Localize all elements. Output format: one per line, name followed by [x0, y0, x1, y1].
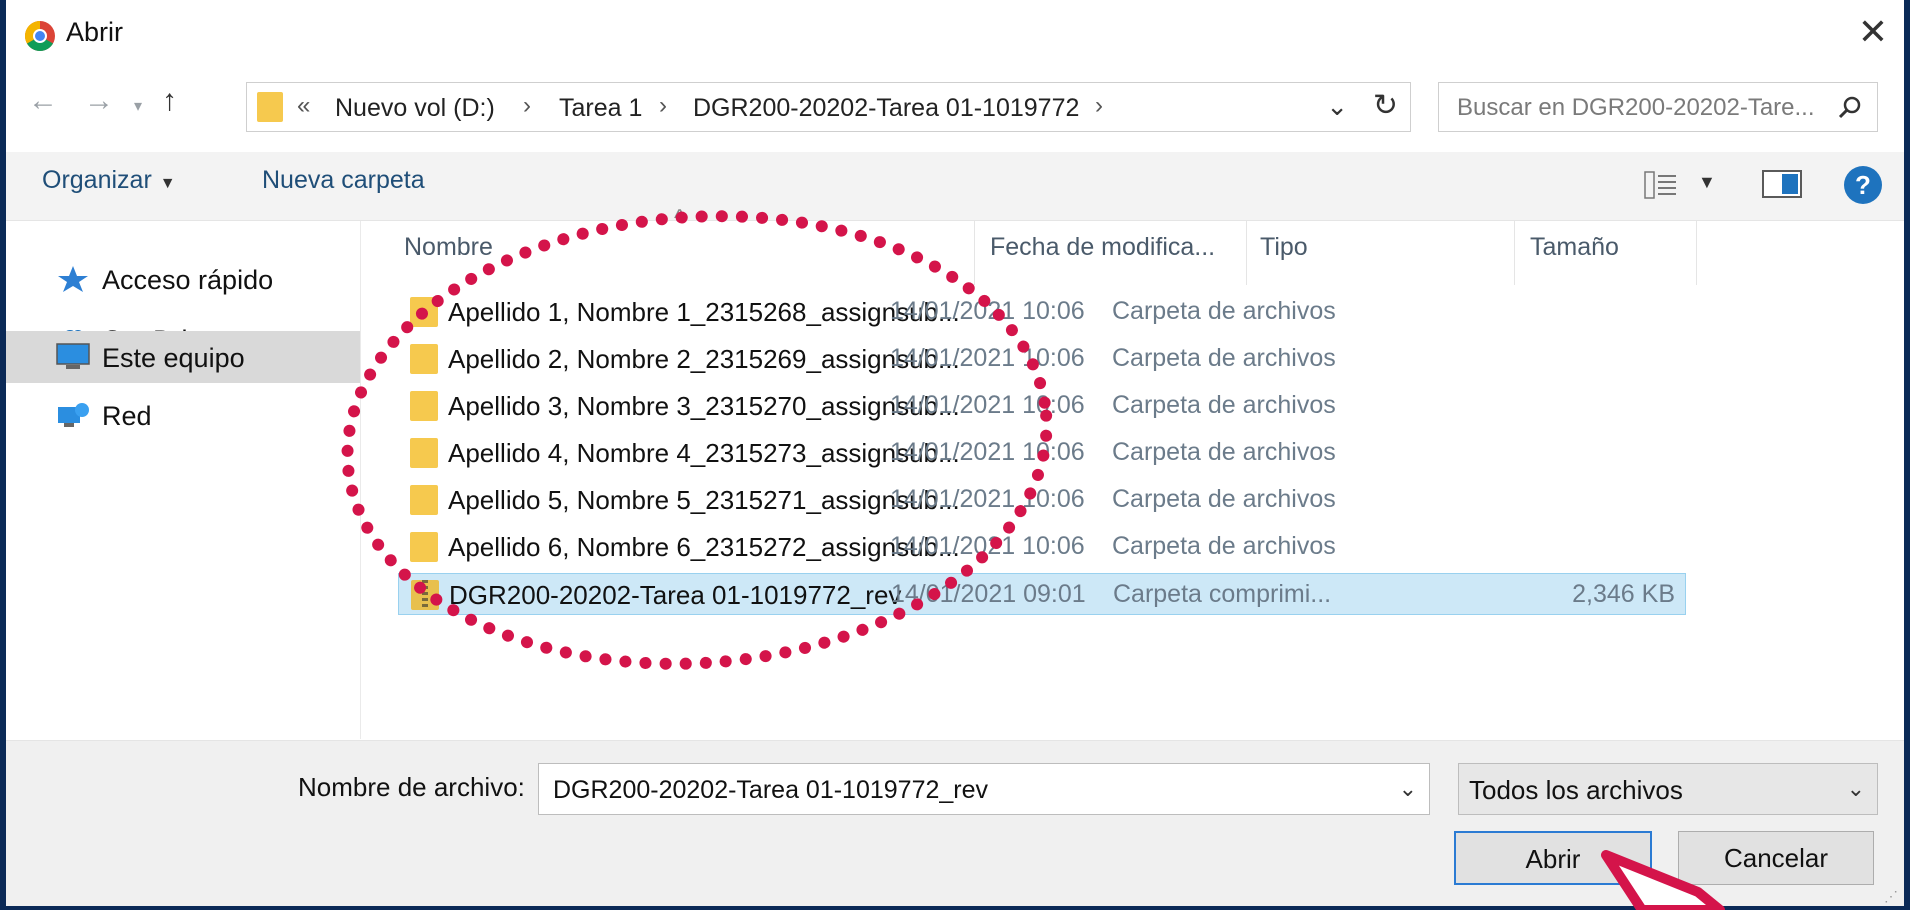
breadcrumb-separator[interactable]: › — [523, 92, 531, 120]
sidebar-item-label: Este equipo — [102, 343, 245, 373]
column-header-size[interactable]: Tamaño — [1530, 233, 1619, 262]
file-date: 14/01/2021 10:06 — [890, 344, 1085, 372]
breadcrumb-drive[interactable]: Nuevo vol (D:) — [335, 94, 495, 123]
list-item[interactable]: Apellido 4, Nombre 4_2315273_assignsub..… — [398, 432, 1686, 474]
close-icon[interactable]: ✕ — [1858, 12, 1888, 52]
recent-locations-icon[interactable]: ▾ — [134, 96, 142, 116]
chevron-down-icon[interactable]: ⌄ — [1399, 776, 1417, 802]
address-row: ← → ▾ ↑ « Nuevo vol (D:) › Tarea 1 › DGR… — [6, 74, 1904, 144]
address-bar[interactable]: « Nuevo vol (D:) › Tarea 1 › DGR200-2020… — [246, 82, 1411, 132]
zip-folder-icon — [411, 580, 439, 610]
cancel-button[interactable]: Cancelar — [1678, 831, 1874, 885]
navigation-pane: Acceso rápido OneDrive Este equipo Red — [6, 221, 361, 739]
file-type: Carpeta de archivos — [1112, 438, 1336, 466]
file-type: Carpeta de archivos — [1112, 391, 1336, 419]
address-dropdown-icon[interactable]: ⌄ — [1326, 91, 1348, 122]
file-name: Apellido 5, Nombre 5_2315271_assignsub..… — [448, 485, 960, 515]
file-date: 14/01/2021 10:06 — [890, 297, 1085, 325]
file-type: Carpeta de archivos — [1112, 485, 1336, 513]
search-placeholder: Buscar en DGR200-20202-Tare... — [1457, 94, 1815, 121]
chevron-down-icon: ▼ — [159, 175, 176, 192]
up-arrow-icon[interactable]: ↑ — [162, 84, 177, 118]
refresh-icon[interactable]: ↻ — [1373, 88, 1398, 123]
file-date: 14/01/2021 10:06 — [890, 532, 1085, 560]
back-arrow-icon[interactable]: ← — [28, 84, 58, 118]
preview-pane-icon[interactable] — [1762, 170, 1802, 198]
folder-icon — [410, 438, 438, 468]
folder-icon — [410, 485, 438, 515]
filename-label: Nombre de archivo: — [298, 772, 525, 802]
breadcrumb-tarea[interactable]: Tarea 1 — [559, 94, 642, 123]
sidebar-item-network[interactable]: Red — [6, 389, 360, 441]
list-item[interactable]: Apellido 6, Nombre 6_2315272_assignsub..… — [398, 526, 1686, 568]
file-type: Carpeta comprimi... — [1113, 580, 1332, 608]
folder-icon — [410, 532, 438, 562]
chrome-icon — [24, 20, 55, 52]
command-bar: Organizar ▼ Nueva carpeta ▼ ? — [6, 152, 1904, 221]
help-icon[interactable]: ? — [1844, 166, 1882, 204]
list-item[interactable]: Apellido 3, Nombre 3_2315270_assignsub..… — [398, 385, 1686, 427]
new-folder-button[interactable]: Nueva carpeta — [262, 166, 425, 195]
organize-button[interactable]: Organizar ▼ — [42, 166, 176, 195]
folder-icon — [257, 92, 283, 122]
view-options-icon[interactable] — [1644, 170, 1678, 200]
breadcrumb-folder[interactable]: DGR200-20202-Tarea 01-1019772 — [693, 94, 1079, 123]
resize-grip-icon[interactable]: ⋰ — [1884, 888, 1898, 905]
search-icon — [1838, 96, 1861, 119]
file-date: 14/01/2021 10:06 — [890, 438, 1085, 466]
list-item-selected[interactable]: DGR200-20202-Tarea 01-1019772_rev 14/01/… — [398, 573, 1686, 615]
file-date: 14/01/2021 10:06 — [890, 485, 1085, 513]
organize-label: Organizar — [42, 166, 152, 194]
list-item[interactable]: Apellido 5, Nombre 5_2315271_assignsub..… — [398, 479, 1686, 521]
sidebar-item-quick-access[interactable]: Acceso rápido — [6, 253, 360, 305]
star-icon — [58, 266, 88, 292]
search-input[interactable]: Buscar en DGR200-20202-Tare... — [1438, 82, 1878, 132]
file-type-value: Todos los archivos — [1469, 775, 1683, 805]
folder-icon — [410, 391, 438, 421]
computer-icon — [56, 343, 90, 369]
file-name: Apellido 3, Nombre 3_2315270_assignsub..… — [448, 391, 960, 421]
network-icon — [58, 403, 89, 427]
window-title: Abrir — [66, 17, 124, 47]
file-type: Carpeta de archivos — [1112, 344, 1336, 372]
folder-icon — [410, 344, 438, 374]
file-name: DGR200-20202-Tarea 01-1019772_rev — [449, 580, 902, 610]
filename-value: DGR200-20202-Tarea 01-1019772_rev — [553, 776, 989, 804]
column-header-name[interactable]: Nombre — [404, 233, 493, 262]
list-item[interactable]: Apellido 1, Nombre 1_2315268_assignsub..… — [398, 291, 1686, 333]
view-dropdown-icon[interactable]: ▼ — [1698, 172, 1716, 193]
filename-field[interactable]: DGR200-20202-Tarea 01-1019772_rev ⌄ — [538, 763, 1430, 815]
sort-ascending-icon: ^ — [674, 205, 686, 232]
file-name: Apellido 1, Nombre 1_2315268_assignsub..… — [448, 297, 960, 327]
column-header-type[interactable]: Tipo — [1260, 233, 1308, 262]
breadcrumb-separator[interactable]: › — [659, 92, 667, 120]
file-type: Carpeta de archivos — [1112, 532, 1336, 560]
file-name: Apellido 4, Nombre 4_2315273_assignsub..… — [448, 438, 960, 468]
list-item[interactable]: Apellido 2, Nombre 2_2315269_assignsub..… — [398, 338, 1686, 380]
file-name: Apellido 2, Nombre 2_2315269_assignsub..… — [448, 344, 960, 374]
file-name: Apellido 6, Nombre 6_2315272_assignsub..… — [448, 532, 960, 562]
title-bar: Abrir ✕ — [6, 0, 1904, 68]
file-size: 2,346 KB — [1572, 580, 1675, 608]
breadcrumb-separator[interactable]: › — [1095, 92, 1103, 120]
sidebar-item-label: Red — [102, 401, 152, 431]
chevron-down-icon: ⌄ — [1846, 776, 1865, 801]
file-list: ^ Nombre Fecha de modifica... Tipo Tamañ… — [362, 205, 1904, 739]
column-header-date[interactable]: Fecha de modifica... — [990, 233, 1215, 262]
overflow-icon[interactable]: « — [297, 92, 310, 120]
file-type: Carpeta de archivos — [1112, 297, 1336, 325]
file-type-select[interactable]: Todos los archivos ⌄ — [1458, 763, 1878, 815]
sidebar-item-this-pc[interactable]: Este equipo — [6, 331, 360, 383]
file-date: 14/01/2021 10:06 — [890, 391, 1085, 419]
dialog-footer: Nombre de archivo: DGR200-20202-Tarea 01… — [6, 740, 1904, 906]
open-file-dialog: Abrir ✕ ← → ▾ ↑ « Nuevo vol (D:) › Tarea… — [6, 0, 1904, 906]
sidebar-item-label: Acceso rápido — [102, 265, 274, 295]
forward-arrow-icon[interactable]: → — [84, 84, 114, 118]
folder-icon — [410, 297, 438, 327]
file-date: 14/01/2021 09:01 — [891, 580, 1086, 608]
open-button[interactable]: Abrir — [1454, 831, 1652, 885]
